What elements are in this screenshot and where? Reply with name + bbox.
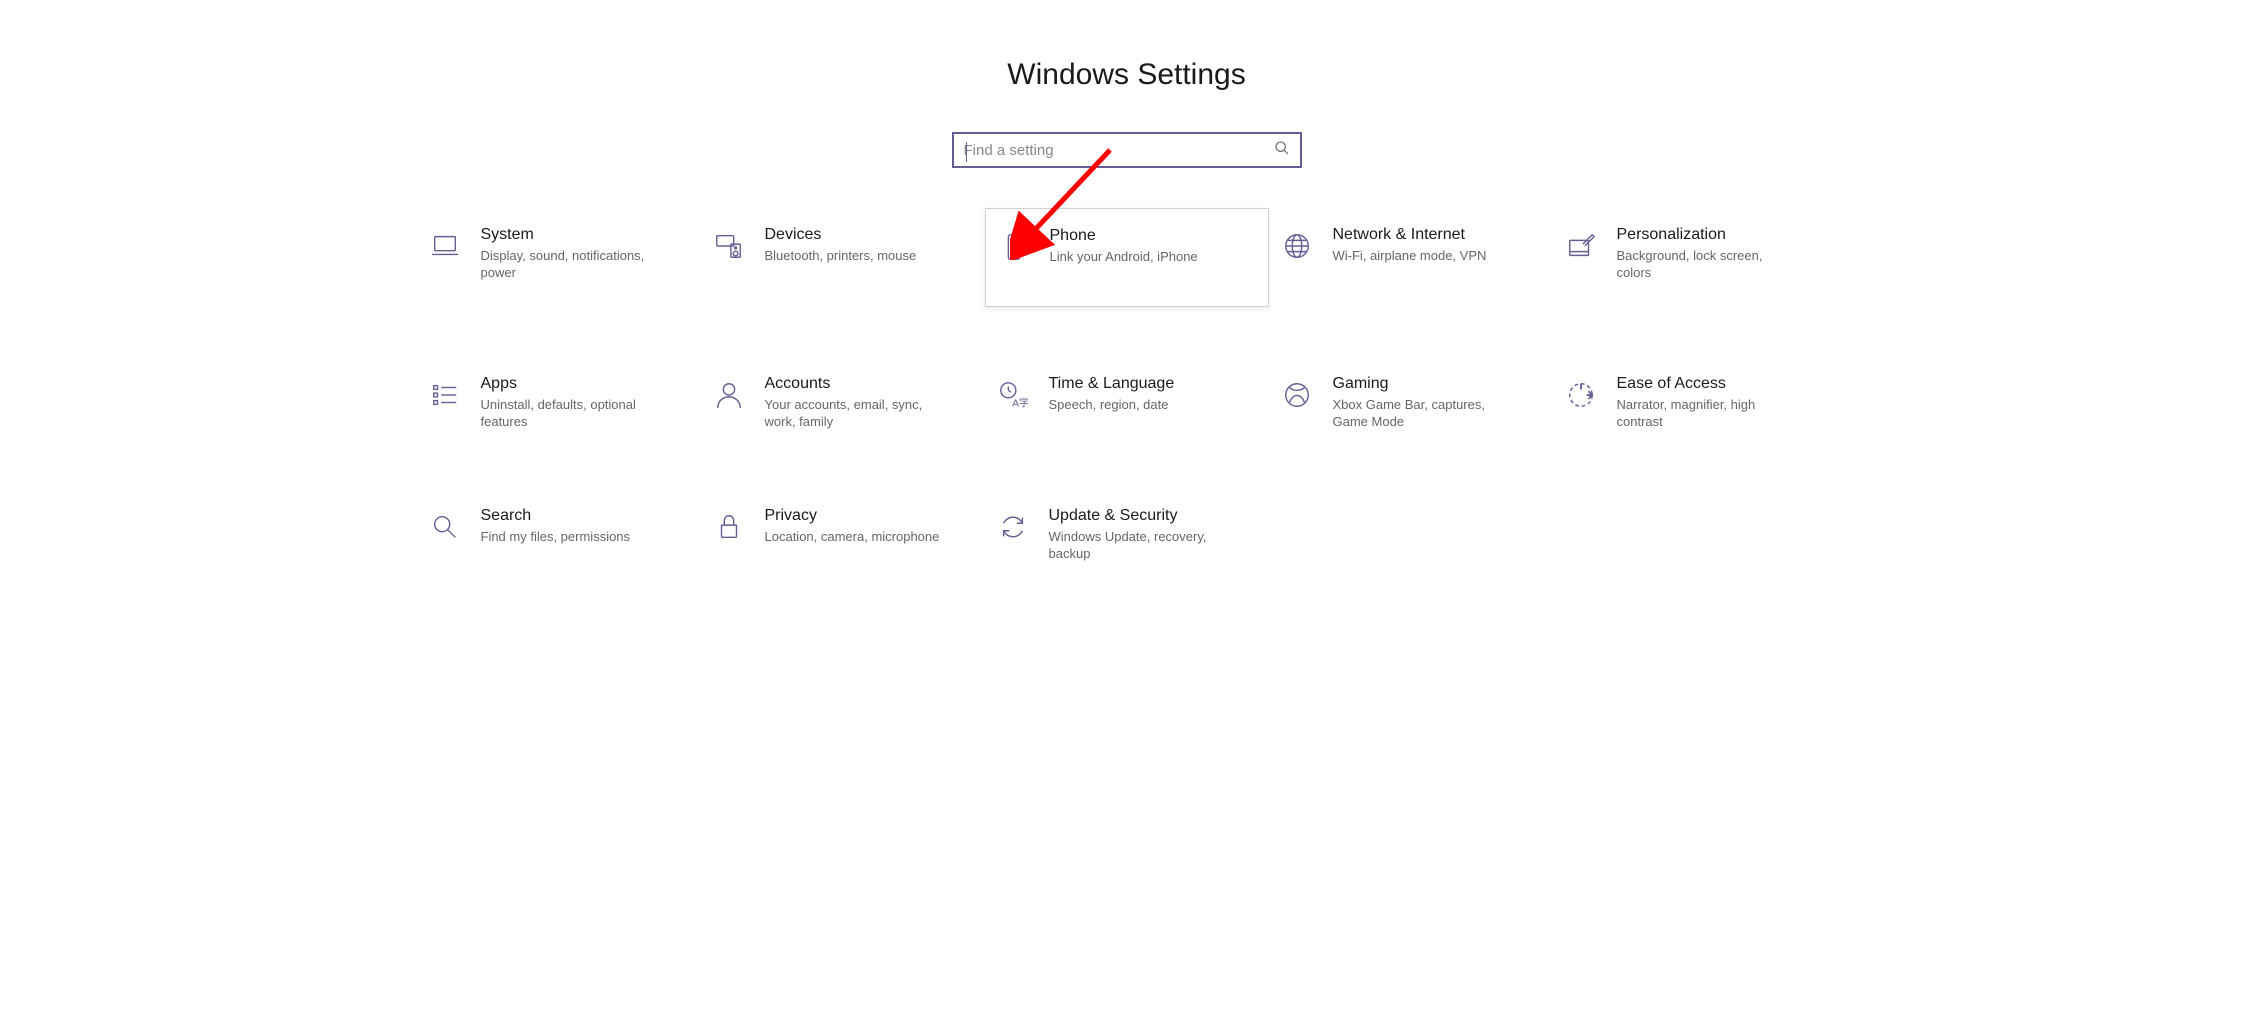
tile-system[interactable]: System Display, sound, notifications, po…: [417, 218, 701, 307]
tile-title: Update & Security: [1049, 507, 1229, 525]
text-cursor: [966, 142, 967, 162]
tile-title: Accounts: [765, 375, 945, 393]
ease-of-access-icon: [1563, 377, 1599, 413]
tile-personalization[interactable]: Personalization Background, lock screen,…: [1553, 218, 1837, 307]
tile-desc: Speech, region, date: [1049, 397, 1175, 414]
paint-icon: [1563, 228, 1599, 264]
laptop-icon: [427, 228, 463, 264]
phone-icon: [996, 229, 1032, 265]
tile-title: Devices: [765, 226, 917, 244]
tile-accounts[interactable]: Accounts Your accounts, email, sync, wor…: [701, 367, 985, 439]
tile-title: Network & Internet: [1333, 226, 1487, 244]
person-icon: [711, 377, 747, 413]
tile-desc: Bluetooth, printers, mouse: [765, 248, 917, 265]
page-title: Windows Settings: [0, 0, 2253, 92]
tile-title: System: [481, 226, 661, 244]
tile-privacy[interactable]: Privacy Location, camera, microphone: [701, 499, 985, 571]
tile-desc: Find my files, permissions: [481, 529, 631, 546]
tile-time-language[interactable]: A字 Time & Language Speech, region, date: [985, 367, 1269, 439]
tile-title: Gaming: [1333, 375, 1513, 393]
tile-desc: Narrator, magnifier, high contrast: [1617, 397, 1797, 431]
tile-desc: Uninstall, defaults, optional features: [481, 397, 661, 431]
tile-desc: Link your Android, iPhone: [1050, 249, 1198, 266]
search-icon: [1274, 140, 1290, 161]
lock-icon: [711, 509, 747, 545]
tile-title: Time & Language: [1049, 375, 1175, 393]
tile-desc: Wi-Fi, airplane mode, VPN: [1333, 248, 1487, 265]
tile-network[interactable]: Network & Internet Wi-Fi, airplane mode,…: [1269, 218, 1553, 307]
tile-desc: Background, lock screen, colors: [1617, 248, 1797, 282]
tile-update-security[interactable]: Update & Security Windows Update, recove…: [985, 499, 1269, 571]
tile-ease-of-access[interactable]: Ease of Access Narrator, magnifier, high…: [1553, 367, 1837, 439]
magnifier-icon: [427, 509, 463, 545]
apps-list-icon: [427, 377, 463, 413]
tile-devices[interactable]: Devices Bluetooth, printers, mouse: [701, 218, 985, 307]
tile-title: Privacy: [765, 507, 940, 525]
tile-title: Ease of Access: [1617, 375, 1797, 393]
tile-desc: Windows Update, recovery, backup: [1049, 529, 1229, 563]
tile-desc: Your accounts, email, sync, work, family: [765, 397, 945, 431]
tile-title: Apps: [481, 375, 661, 393]
tile-title: Personalization: [1617, 226, 1797, 244]
sync-icon: [995, 509, 1031, 545]
search-box[interactable]: [952, 132, 1302, 168]
tile-gaming[interactable]: Gaming Xbox Game Bar, captures, Game Mod…: [1269, 367, 1553, 439]
tile-search[interactable]: Search Find my files, permissions: [417, 499, 701, 571]
tile-desc: Xbox Game Bar, captures, Game Mode: [1333, 397, 1513, 431]
tile-title: Phone: [1050, 227, 1198, 245]
tile-desc: Location, camera, microphone: [765, 529, 940, 546]
tile-title: Search: [481, 507, 631, 525]
time-language-icon: A字: [995, 377, 1031, 413]
xbox-icon: [1279, 377, 1315, 413]
tile-desc: Display, sound, notifications, power: [481, 248, 661, 282]
tile-phone[interactable]: Phone Link your Android, iPhone: [985, 208, 1269, 307]
svg-text:A字: A字: [1012, 396, 1028, 409]
settings-grid: System Display, sound, notifications, po…: [417, 218, 1837, 570]
search-input[interactable]: [964, 142, 1274, 159]
tile-apps[interactable]: Apps Uninstall, defaults, optional featu…: [417, 367, 701, 439]
globe-icon: [1279, 228, 1315, 264]
keyboard-speaker-icon: [711, 228, 747, 264]
